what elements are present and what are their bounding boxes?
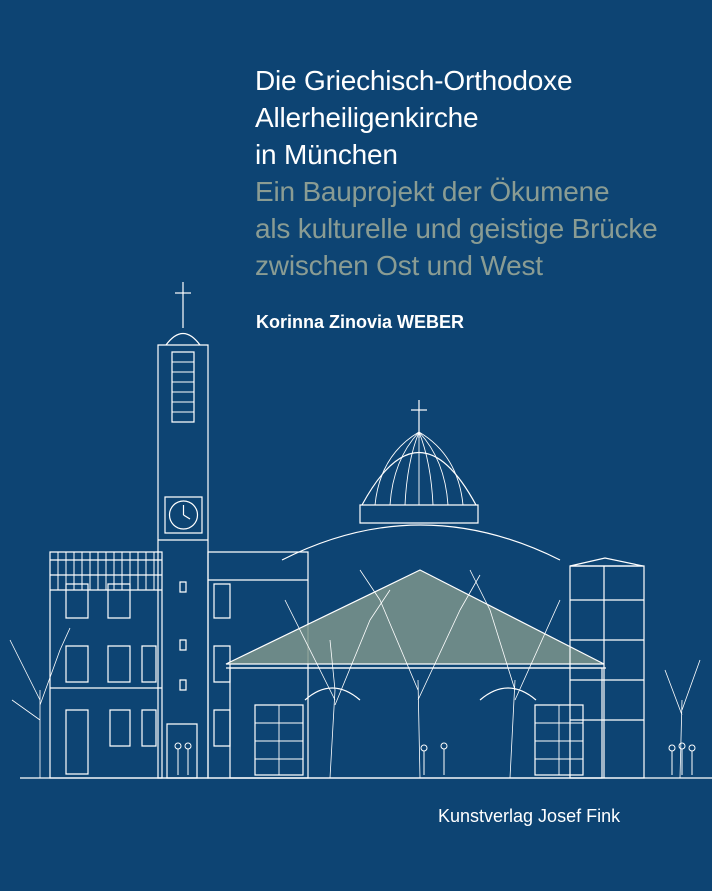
subtitle-line-3: zwischen Ost und West [255, 250, 543, 281]
subtitle-line-1: Ein Bauprojekt der Ökumene [255, 176, 610, 207]
publisher-name: Kunstverlag Josef Fink [438, 806, 621, 826]
people [175, 743, 695, 775]
title-line-2: Allerheiligenkirche [255, 102, 479, 133]
left-building [50, 552, 162, 778]
church-facade [226, 570, 606, 778]
middle-wing [208, 552, 308, 778]
book-cover: Die Griechisch-Orthodoxe Allerheiligenki… [0, 0, 712, 891]
title-line-1: Die Griechisch-Orthodoxe [255, 65, 573, 96]
subtitle-line-2: als kulturelle und geistige Brücke [255, 213, 658, 244]
bell-tower [158, 282, 208, 778]
title-block: Die Griechisch-Orthodoxe Allerheiligenki… [255, 62, 705, 284]
author-name: Korinna Zinovia WEBER [256, 312, 465, 332]
church-dome [282, 400, 560, 560]
title-line-3: in München [255, 139, 398, 170]
